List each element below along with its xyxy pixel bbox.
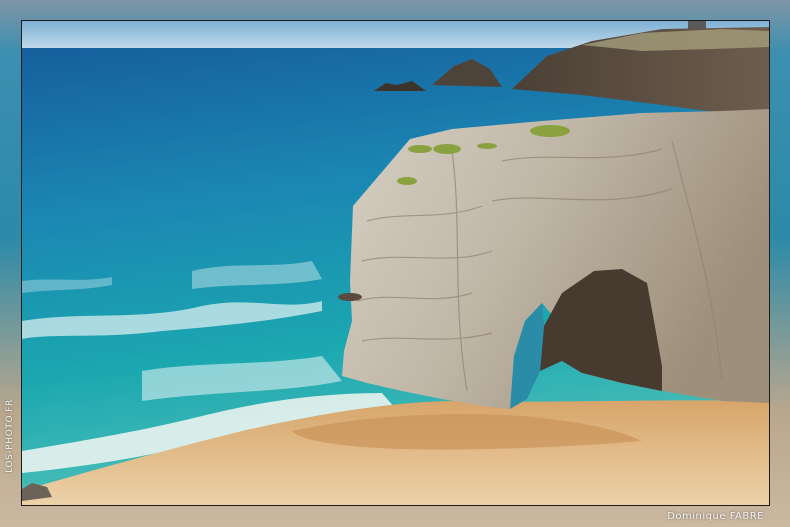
small-rock [338,293,362,301]
site-watermark: LOS-PHOTO.FR [1,371,19,501]
site-watermark-text: LOS-PHOTO.FR [5,399,15,473]
building [688,21,706,29]
photo-credit: Dominique FABRE [667,511,764,522]
photo-frame: LOS-PHOTO.FR Dominique FABRE [0,0,790,527]
coastal-photo [21,20,770,506]
